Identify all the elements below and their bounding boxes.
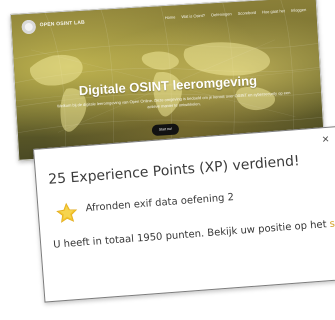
nav-link-hoe-gaat-het[interactable]: Hoe gaat het [262, 8, 285, 14]
star-icon [56, 202, 78, 223]
screenshot-stage: OPEN OSINT LAB Home Wat is Osint? Oefeni… [0, 0, 335, 320]
completed-exercise-label: Afronden exif data oefening 2 [85, 192, 235, 215]
nav-link-oefeningen[interactable]: Oefeningen [211, 11, 232, 17]
scoreboard-link[interactable]: scorebord [329, 215, 335, 230]
close-icon[interactable]: × [322, 132, 330, 146]
nav-link-inloggen[interactable]: Inloggen [291, 7, 307, 13]
site-logo-text[interactable]: OPEN OSINT LAB [40, 20, 86, 29]
notification-title: 25 Experience Points (XP) verdiend! [47, 153, 301, 188]
nav-link-home[interactable]: Home [165, 14, 176, 20]
nav-links: Home Wat is Osint? Oefeningen Scorebord … [165, 7, 307, 20]
nav-link-scorebord[interactable]: Scorebord [237, 10, 256, 16]
globe-logo-icon[interactable] [21, 19, 37, 35]
completed-exercise-row: Afronden exif data oefening 2 [54, 185, 295, 229]
nav-link-wat-is-osint[interactable]: Wat is Osint? [181, 13, 205, 19]
xp-notification-popup: × 25 Experience Points (XP) verdiend! Af… [33, 125, 335, 303]
start-button[interactable]: Start nu! [151, 123, 180, 137]
